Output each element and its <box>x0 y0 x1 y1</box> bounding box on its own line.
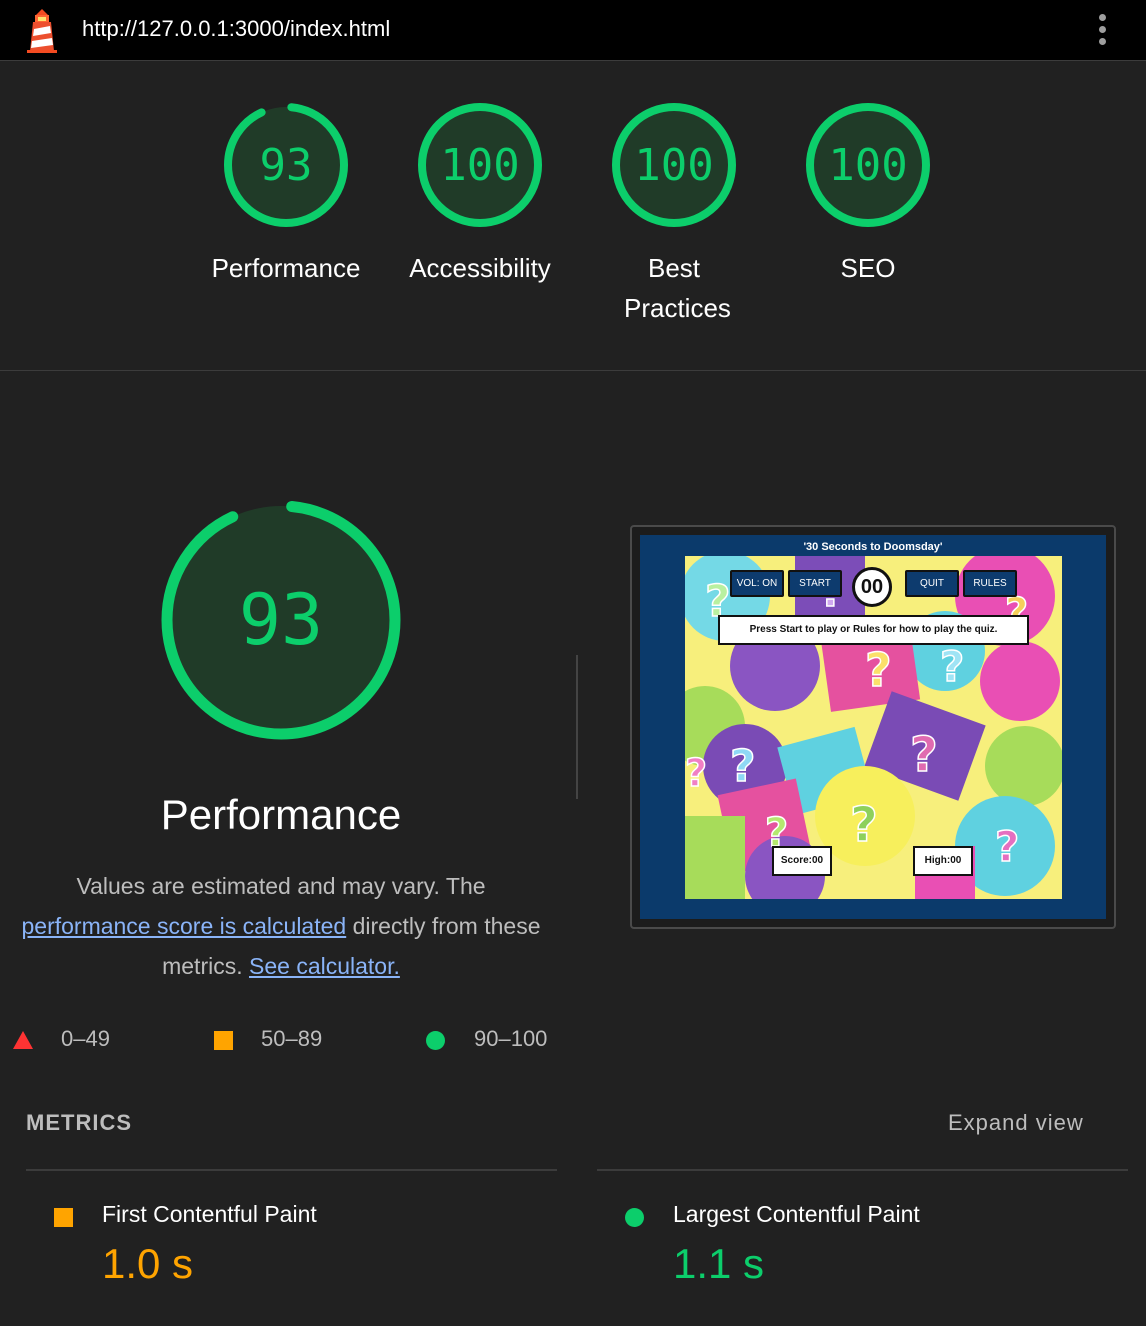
square-icon <box>54 1208 73 1227</box>
lighthouse-icon <box>27 9 57 53</box>
legend-label: 90–100 <box>474 1026 548 1051</box>
gauge-score: 100 <box>828 140 907 191</box>
gauge-accessibility[interactable]: 100 Accessibility <box>390 100 570 288</box>
gauge-ring: 93 <box>224 103 348 227</box>
quiz-message: Press Start to play or Rules for how to … <box>718 615 1029 645</box>
legend-pass: 90–100 <box>425 1022 565 1056</box>
divider <box>576 655 578 799</box>
divider <box>597 1169 1128 1171</box>
kebab-menu-icon[interactable] <box>1094 12 1110 48</box>
gauge-label: Best Practices <box>624 253 731 323</box>
gauge-performance[interactable]: 93 Performance <box>196 100 376 288</box>
svg-text:?: ? <box>730 741 756 792</box>
gauge-score: 93 <box>260 140 313 191</box>
circle-icon <box>426 1031 445 1050</box>
category-gauges: 93 Performance 100 Accessibility 100 Bes… <box>0 62 1146 371</box>
performance-title: Performance <box>160 791 402 838</box>
legend-label: 50–89 <box>261 1026 323 1051</box>
gauge-label: Accessibility <box>409 253 551 283</box>
divider <box>26 1169 557 1171</box>
gauge-score: 100 <box>634 140 713 191</box>
quiz-timer: 00 <box>852 567 892 607</box>
gauge-label: Performance <box>211 253 361 283</box>
legend-average: 50–89 <box>213 1022 353 1056</box>
gauge-label: SEO <box>840 253 896 283</box>
metric-fcp-name: First Contentful Paint <box>102 1201 317 1227</box>
vol-button[interactable]: VOL: ON <box>730 570 784 597</box>
svg-text:?: ? <box>850 797 878 853</box>
legend-fail: 0–49 <box>12 1022 132 1056</box>
score-calculated-link[interactable]: performance score is calculated <box>21 913 346 939</box>
triangle-icon <box>13 1031 33 1049</box>
performance-score: 93 <box>239 579 323 661</box>
question-mark-background: ? ? ? ? ? ? ? ? ? ? ? <box>685 556 1062 899</box>
score-box: Score:00 <box>772 846 832 876</box>
gauge-seo[interactable]: 100 SEO <box>778 100 958 288</box>
svg-text:?: ? <box>940 642 964 691</box>
top-bar: http://127.0.0.1:3000/index.html <box>0 0 1146 61</box>
circle-icon <box>625 1208 644 1227</box>
url-text: http://127.0.0.1:3000/index.html <box>82 16 391 41</box>
desc-text: Values are estimated and may vary. The <box>76 873 486 899</box>
gauge-ring: 100 <box>418 103 542 227</box>
svg-text:?: ? <box>685 751 707 795</box>
metric-lcp-value: 1.1 s <box>673 1240 765 1287</box>
quiz-title: '30 Seconds to Doomsday' <box>803 541 943 553</box>
svg-text:?: ? <box>865 643 892 697</box>
final-screenshot[interactable]: '30 Seconds to Doomsday' ? ? ? ? ? ? ? ?… <box>630 525 1116 929</box>
metrics-heading: METRICS <box>26 1110 132 1135</box>
expand-view-button[interactable]: Expand view <box>948 1110 1084 1136</box>
legend-label: 0–49 <box>61 1026 110 1051</box>
screenshot-page: '30 Seconds to Doomsday' ? ? ? ? ? ? ? ?… <box>640 535 1106 919</box>
gauge-best-practices[interactable]: 100 Best Practices <box>584 100 764 328</box>
see-calculator-link[interactable]: See calculator. <box>249 953 400 979</box>
svg-text:?: ? <box>910 727 938 783</box>
quit-button[interactable]: QUIT <box>905 570 959 597</box>
high-score-box: High:00 <box>913 846 973 876</box>
gauge-ring: 100 <box>612 103 736 227</box>
svg-text:?: ? <box>995 822 1019 871</box>
gauge-score: 100 <box>440 140 519 191</box>
metric-lcp-name: Largest Contentful Paint <box>673 1201 920 1227</box>
performance-gauge: 93 <box>161 500 401 740</box>
start-button[interactable]: START <box>788 570 842 597</box>
gauge-ring: 100 <box>806 103 930 227</box>
rules-button[interactable]: RULES <box>963 570 1017 597</box>
square-icon <box>214 1031 233 1050</box>
metric-fcp-value: 1.0 s <box>102 1240 194 1287</box>
performance-description: Values are estimated and may vary. The p… <box>20 866 542 986</box>
quiz-board: ? ? ? ? ? ? ? ? ? ? ? VOL: ON START 00 Q… <box>685 556 1062 899</box>
